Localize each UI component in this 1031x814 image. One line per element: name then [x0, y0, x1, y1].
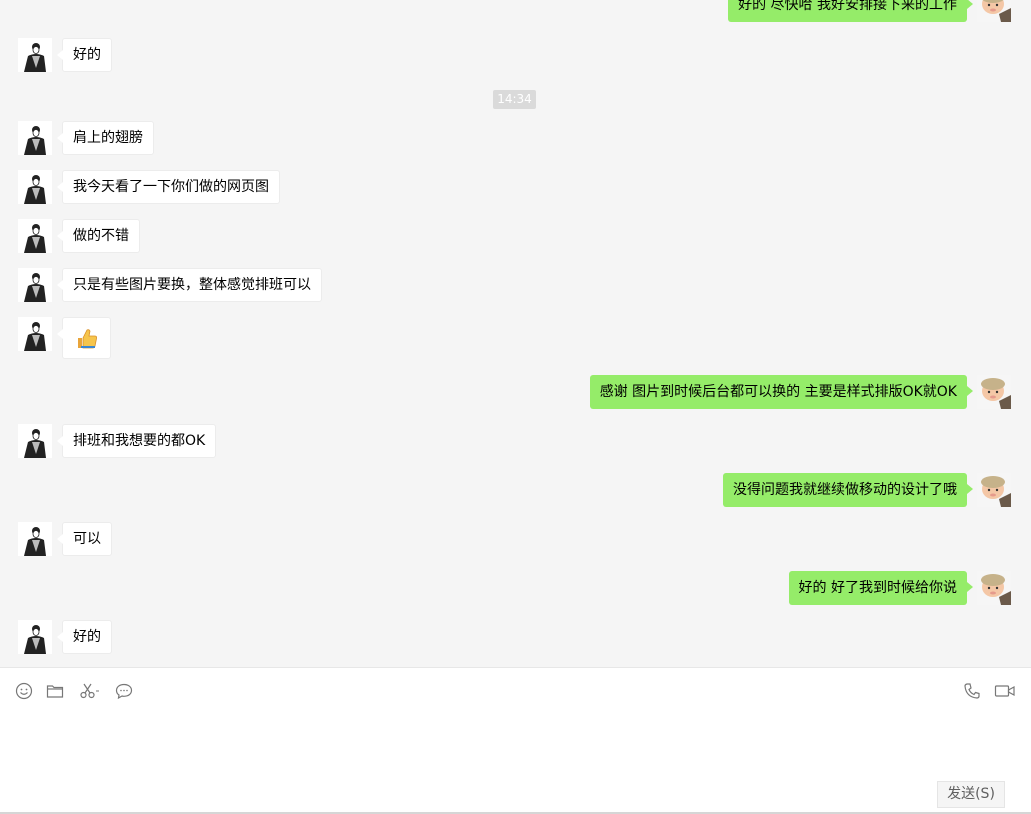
message-row-incoming: 做的不错 — [18, 219, 318, 253]
message-row-incoming: 好的 — [18, 38, 218, 72]
message-bubble[interactable]: 肩上的翅膀 — [57, 121, 154, 155]
contact-avatar[interactable] — [18, 268, 52, 302]
message-row-incoming: 好的 — [18, 620, 218, 654]
message-bubble[interactable]: 只是有些图片要换，整体感觉排班可以 — [57, 268, 322, 302]
contact-avatar[interactable] — [18, 317, 52, 351]
message-row-outgoing: 没得问题我就继续做移动的设计了哦 — [681, 473, 1011, 507]
own-avatar[interactable] — [977, 375, 1011, 409]
contact-avatar[interactable] — [18, 620, 52, 654]
message-row-incoming: 排班和我想要的都OK — [18, 424, 318, 458]
contact-avatar[interactable] — [18, 170, 52, 204]
send-button[interactable]: 发送(S) — [937, 781, 1005, 808]
chat-bubble-icon[interactable] — [115, 682, 133, 700]
message-bubble[interactable]: 好的 好了我到时候给你说 — [788, 571, 974, 605]
own-avatar[interactable] — [977, 0, 1011, 22]
own-avatar[interactable] — [977, 571, 1011, 605]
message-row-incoming: 可以 — [18, 522, 218, 556]
contact-avatar[interactable] — [18, 38, 52, 72]
message-row-outgoing: 好的 好了我到时候给你说 — [711, 571, 1011, 605]
message-bubble[interactable]: 好的 — [57, 38, 112, 72]
folder-icon[interactable] — [46, 682, 64, 700]
message-bubble[interactable]: 做的不错 — [57, 219, 140, 253]
contact-avatar[interactable] — [18, 121, 52, 155]
message-row-incoming: 肩上的翅膀 — [18, 121, 318, 155]
message-composer: 发送(S) — [0, 667, 1031, 814]
message-row-incoming: 只是有些图片要换，整体感觉排班可以 — [18, 268, 468, 302]
video-call-icon[interactable] — [994, 682, 1016, 700]
message-bubble[interactable]: 好的 尽快哈 我好安排接下来的工作 — [728, 0, 973, 22]
message-input[interactable] — [18, 708, 1012, 778]
message-bubble[interactable]: 排班和我想要的都OK — [56, 424, 217, 458]
contact-avatar[interactable] — [18, 219, 52, 253]
message-row-incoming: 我今天看了一下你们做的网页图 — [18, 170, 418, 204]
timestamp: 14:34 — [493, 90, 536, 109]
phone-icon[interactable] — [963, 682, 981, 700]
message-bubble[interactable]: 可以 — [57, 522, 112, 556]
scissors-icon[interactable] — [79, 682, 101, 700]
thumbs-up-icon — [75, 327, 99, 351]
contact-avatar[interactable] — [18, 522, 52, 556]
message-bubble[interactable]: 好的 — [57, 620, 112, 654]
contact-avatar[interactable] — [18, 424, 52, 458]
emoji-icon[interactable] — [15, 682, 33, 700]
chat-history[interactable]: 好的 尽快哈 我好安排接下来的工作 好的 14:34 肩上的翅膀 我今天看了一下… — [0, 0, 1031, 667]
message-row-outgoing: 感谢 图片到时候后台都可以换的 主要是样式排版OK就OK — [561, 375, 1011, 409]
message-bubble[interactable]: 我今天看了一下你们做的网页图 — [57, 170, 280, 204]
message-row-incoming — [18, 317, 218, 359]
message-row-outgoing: 好的 尽快哈 我好安排接下来的工作 — [691, 0, 1011, 22]
message-bubble[interactable] — [57, 317, 111, 359]
message-bubble[interactable]: 没得问题我就继续做移动的设计了哦 — [723, 473, 973, 507]
own-avatar[interactable] — [977, 473, 1011, 507]
message-bubble[interactable]: 感谢 图片到时候后台都可以换的 主要是样式排版OK就OK — [589, 375, 974, 409]
